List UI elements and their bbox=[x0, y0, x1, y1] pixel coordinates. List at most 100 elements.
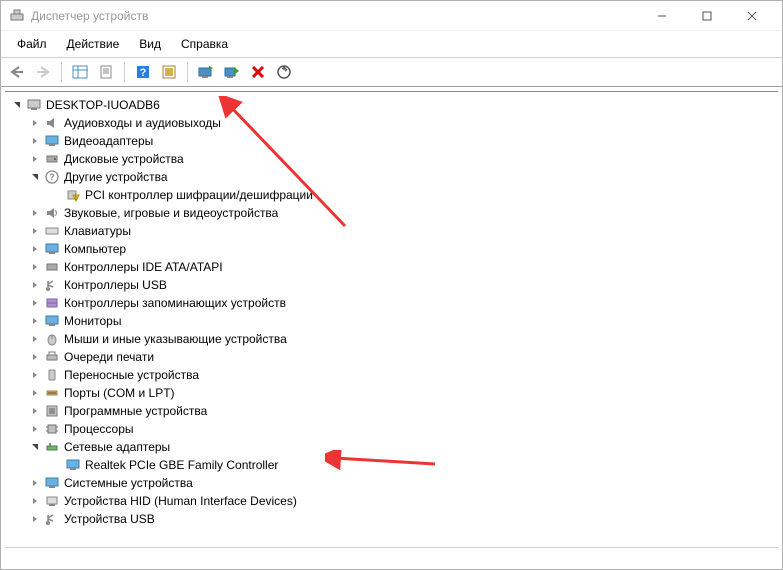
expand-icon[interactable] bbox=[29, 387, 41, 399]
tree-category-sound[interactable]: Звуковые, игровые и видеоустройства bbox=[5, 204, 778, 222]
tree-category-computer[interactable]: Компьютер bbox=[5, 240, 778, 258]
expand-icon[interactable] bbox=[29, 351, 41, 363]
tree-category-ports[interactable]: Порты (COM и LPT) bbox=[5, 384, 778, 402]
tree-category-system[interactable]: Системные устройства bbox=[5, 474, 778, 492]
tree-category-network[interactable]: Сетевые адаптеры bbox=[5, 438, 778, 456]
ports-icon bbox=[44, 385, 60, 401]
disk-icon bbox=[44, 151, 60, 167]
mouse-icon bbox=[44, 331, 60, 347]
close-button[interactable] bbox=[729, 2, 774, 30]
computer-icon bbox=[44, 241, 60, 257]
category-label: Контроллеры запоминающих устройств bbox=[64, 296, 286, 310]
category-label: Мыши и иные указывающие устройства bbox=[64, 332, 287, 346]
expand-icon[interactable] bbox=[29, 225, 41, 237]
tree-category-ide[interactable]: Контроллеры IDE ATA/ATAPI bbox=[5, 258, 778, 276]
expand-icon[interactable] bbox=[29, 333, 41, 345]
category-label: Контроллеры USB bbox=[64, 278, 167, 292]
tree-category-cpu[interactable]: Процессоры bbox=[5, 420, 778, 438]
monitor-icon bbox=[44, 313, 60, 329]
enable-device-button[interactable] bbox=[220, 61, 244, 83]
tree-category-video[interactable]: Видеоадаптеры bbox=[5, 132, 778, 150]
category-label: Мониторы bbox=[64, 314, 121, 328]
tree-category-storage[interactable]: Контроллеры запоминающих устройств bbox=[5, 294, 778, 312]
menu-view[interactable]: Вид bbox=[129, 33, 171, 55]
tree-category-keyboard[interactable]: Клавиатуры bbox=[5, 222, 778, 240]
category-label: Сетевые адаптеры bbox=[64, 440, 170, 454]
other-devices-icon: ? bbox=[44, 169, 60, 185]
tree-category-hid[interactable]: Устройства HID (Human Interface Devices) bbox=[5, 492, 778, 510]
action-menu-button[interactable] bbox=[157, 61, 181, 83]
network-adapter-icon bbox=[65, 457, 81, 473]
tree-category-other[interactable]: ? Другие устройства bbox=[5, 168, 778, 186]
maximize-button[interactable] bbox=[684, 2, 729, 30]
device-label: Realtek PCIe GBE Family Controller bbox=[85, 458, 278, 472]
expand-icon[interactable] bbox=[29, 135, 41, 147]
tree-category-portable[interactable]: Переносные устройства bbox=[5, 366, 778, 384]
tree-item-pci[interactable]: ! PCI контроллер шифрации/дешифрации bbox=[5, 186, 778, 204]
display-adapter-icon bbox=[44, 133, 60, 149]
category-label: Другие устройства bbox=[64, 170, 168, 184]
tree-category-software[interactable]: Программные устройства bbox=[5, 402, 778, 420]
category-label: Видеоадаптеры bbox=[64, 134, 153, 148]
collapse-icon[interactable] bbox=[29, 171, 41, 183]
category-label: Звуковые, игровые и видеоустройства bbox=[64, 206, 278, 220]
tree-category-mouse[interactable]: Мыши и иные указывающие устройства bbox=[5, 330, 778, 348]
minimize-button[interactable] bbox=[639, 2, 684, 30]
expand-icon[interactable] bbox=[29, 477, 41, 489]
collapse-icon[interactable] bbox=[29, 441, 41, 453]
expand-icon[interactable] bbox=[29, 315, 41, 327]
expand-icon[interactable] bbox=[29, 153, 41, 165]
uninstall-device-button[interactable] bbox=[246, 61, 270, 83]
app-icon bbox=[9, 8, 25, 24]
device-tree[interactable]: DESKTOP-IUOADB6 Аудиовходы и аудиовыходы… bbox=[5, 91, 778, 559]
sound-icon bbox=[44, 205, 60, 221]
tree-category-usbctrl[interactable]: Контроллеры USB bbox=[5, 276, 778, 294]
toolbar: ? bbox=[1, 57, 782, 87]
expand-icon[interactable] bbox=[29, 369, 41, 381]
tree-category-printq[interactable]: Очереди печати bbox=[5, 348, 778, 366]
expand-icon[interactable] bbox=[29, 513, 41, 525]
window-title: Диспетчер устройств bbox=[31, 9, 639, 23]
ide-controller-icon bbox=[44, 259, 60, 275]
expand-icon[interactable] bbox=[29, 261, 41, 273]
system-device-icon bbox=[44, 475, 60, 491]
expand-icon[interactable] bbox=[11, 99, 23, 111]
tree-category-monitor[interactable]: Мониторы bbox=[5, 312, 778, 330]
keyboard-icon bbox=[44, 223, 60, 239]
expand-icon[interactable] bbox=[29, 117, 41, 129]
forward-button[interactable] bbox=[31, 61, 55, 83]
menu-help[interactable]: Справка bbox=[171, 33, 238, 55]
category-label: Дисковые устройства bbox=[64, 152, 184, 166]
category-label: Программные устройства bbox=[64, 404, 207, 418]
expand-icon[interactable] bbox=[29, 297, 41, 309]
tree-category-audio[interactable]: Аудиовходы и аудиовыходы bbox=[5, 114, 778, 132]
print-queue-icon bbox=[44, 349, 60, 365]
tree-item-realtek[interactable]: Realtek PCIe GBE Family Controller bbox=[5, 456, 778, 474]
tree-category-usbdev[interactable]: Устройства USB bbox=[5, 510, 778, 528]
hid-icon bbox=[44, 493, 60, 509]
usb-controller-icon bbox=[44, 277, 60, 293]
toolbar-separator bbox=[61, 62, 62, 82]
tree-root[interactable]: DESKTOP-IUOADB6 bbox=[5, 96, 778, 114]
computer-icon bbox=[26, 97, 42, 113]
menu-action[interactable]: Действие bbox=[57, 33, 130, 55]
device-label: PCI контроллер шифрации/дешифрации bbox=[85, 188, 313, 202]
menu-file[interactable]: Файл bbox=[7, 33, 57, 55]
category-label: Контроллеры IDE ATA/ATAPI bbox=[64, 260, 223, 274]
help-button[interactable]: ? bbox=[131, 61, 155, 83]
expand-icon[interactable] bbox=[29, 243, 41, 255]
properties-button[interactable] bbox=[94, 61, 118, 83]
expand-icon[interactable] bbox=[29, 279, 41, 291]
tree-category-disk[interactable]: Дисковые устройства bbox=[5, 150, 778, 168]
expand-icon[interactable] bbox=[29, 495, 41, 507]
update-driver-button[interactable] bbox=[194, 61, 218, 83]
scan-hardware-button[interactable] bbox=[272, 61, 296, 83]
show-hide-tree-button[interactable] bbox=[68, 61, 92, 83]
expand-icon[interactable] bbox=[29, 207, 41, 219]
network-adapter-icon bbox=[44, 439, 60, 455]
toolbar-separator bbox=[187, 62, 188, 82]
back-button[interactable] bbox=[5, 61, 29, 83]
expand-icon[interactable] bbox=[29, 405, 41, 417]
category-label: Порты (COM и LPT) bbox=[64, 386, 175, 400]
expand-icon[interactable] bbox=[29, 423, 41, 435]
